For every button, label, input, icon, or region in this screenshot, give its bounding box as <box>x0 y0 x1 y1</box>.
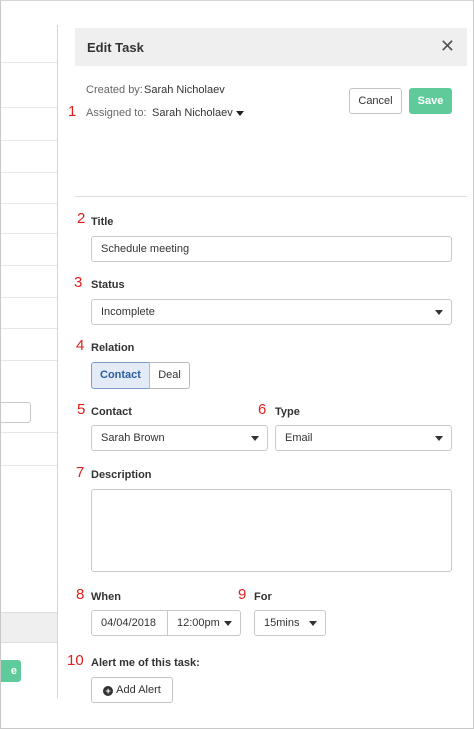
assigned-to-label: Assigned to: <box>86 107 147 119</box>
type-select[interactable]: Email <box>275 425 452 451</box>
list-row-divider <box>1 233 57 234</box>
chevron-down-icon <box>224 621 232 626</box>
when-time-select[interactable]: 12:00pm <box>167 610 241 636</box>
contact-label: Contact <box>91 406 132 418</box>
type-label: Type <box>275 406 300 418</box>
section-divider <box>75 196 467 197</box>
contact-value: Sarah Brown <box>101 432 165 444</box>
when-label: When <box>91 591 121 603</box>
background-list <box>1 25 58 698</box>
chevron-down-icon <box>435 436 443 441</box>
alert-label: Alert me of this task: <box>91 657 200 669</box>
list-row-divider <box>1 140 57 141</box>
status-select[interactable]: Incomplete <box>91 299 452 325</box>
when-time-value: 12:00pm <box>177 617 220 629</box>
list-row-divider <box>1 328 57 329</box>
list-row-divider <box>1 265 57 266</box>
cancel-button[interactable]: Cancel <box>349 88 402 114</box>
type-value: Email <box>285 432 313 444</box>
for-label: For <box>254 591 272 603</box>
list-row-divider <box>1 297 57 298</box>
marker-7: 7 <box>76 464 85 481</box>
list-row-divider <box>1 172 57 173</box>
relation-deal-toggle[interactable]: Deal <box>149 362 190 389</box>
status-label: Status <box>91 279 125 291</box>
status-value: Incomplete <box>101 306 155 318</box>
edit-task-header: Edit Task ✕ <box>75 28 467 66</box>
panel-title: Edit Task <box>87 40 144 55</box>
assigned-to-value: Sarah Nicholaev <box>152 107 233 119</box>
chevron-down-icon <box>235 110 244 116</box>
list-row-divider <box>1 62 57 63</box>
title-label: Title <box>91 216 114 228</box>
background-input[interactable] <box>1 402 31 423</box>
list-row-divider <box>1 465 57 466</box>
relation-contact-toggle[interactable]: Contact <box>91 362 150 389</box>
marker-9: 9 <box>238 586 247 603</box>
for-value: 15mins <box>264 617 300 629</box>
created-by-label: Created by: <box>86 84 143 96</box>
marker-5: 5 <box>77 401 86 418</box>
marker-1: 1 <box>68 103 77 120</box>
relation-label: Relation <box>91 342 135 354</box>
plus-circle-icon: + <box>103 686 114 696</box>
marker-8: 8 <box>76 586 85 603</box>
background-action-button[interactable]: e <box>1 660 21 682</box>
description-textarea[interactable] <box>91 489 452 572</box>
list-row-divider <box>1 107 57 108</box>
chevron-down-icon <box>251 436 259 441</box>
add-alert-button[interactable]: + Add Alert <box>91 677 173 703</box>
marker-10: 10 <box>67 652 84 669</box>
marker-3: 3 <box>74 274 83 291</box>
assigned-to-dropdown[interactable]: Sarah Nicholaev <box>152 107 244 119</box>
title-input[interactable]: Schedule meeting <box>91 236 452 262</box>
chevron-down-icon <box>435 310 443 315</box>
when-date-input[interactable]: 04/04/2018 <box>91 610 168 636</box>
chevron-down-icon <box>309 621 317 626</box>
list-row-divider <box>1 432 57 433</box>
close-icon[interactable]: ✕ <box>440 36 455 56</box>
add-alert-label: Add Alert <box>116 684 161 696</box>
save-button[interactable]: Save <box>409 88 452 114</box>
list-row-divider <box>1 360 57 361</box>
list-row-divider <box>1 203 57 204</box>
background-panel <box>1 612 57 643</box>
contact-select[interactable]: Sarah Brown <box>91 425 268 451</box>
marker-2: 2 <box>77 210 86 227</box>
marker-6: 6 <box>258 401 267 418</box>
for-select[interactable]: 15mins <box>254 610 326 636</box>
created-by-value: Sarah Nicholaev <box>144 84 225 96</box>
marker-4: 4 <box>76 337 85 354</box>
description-label: Description <box>91 469 152 481</box>
